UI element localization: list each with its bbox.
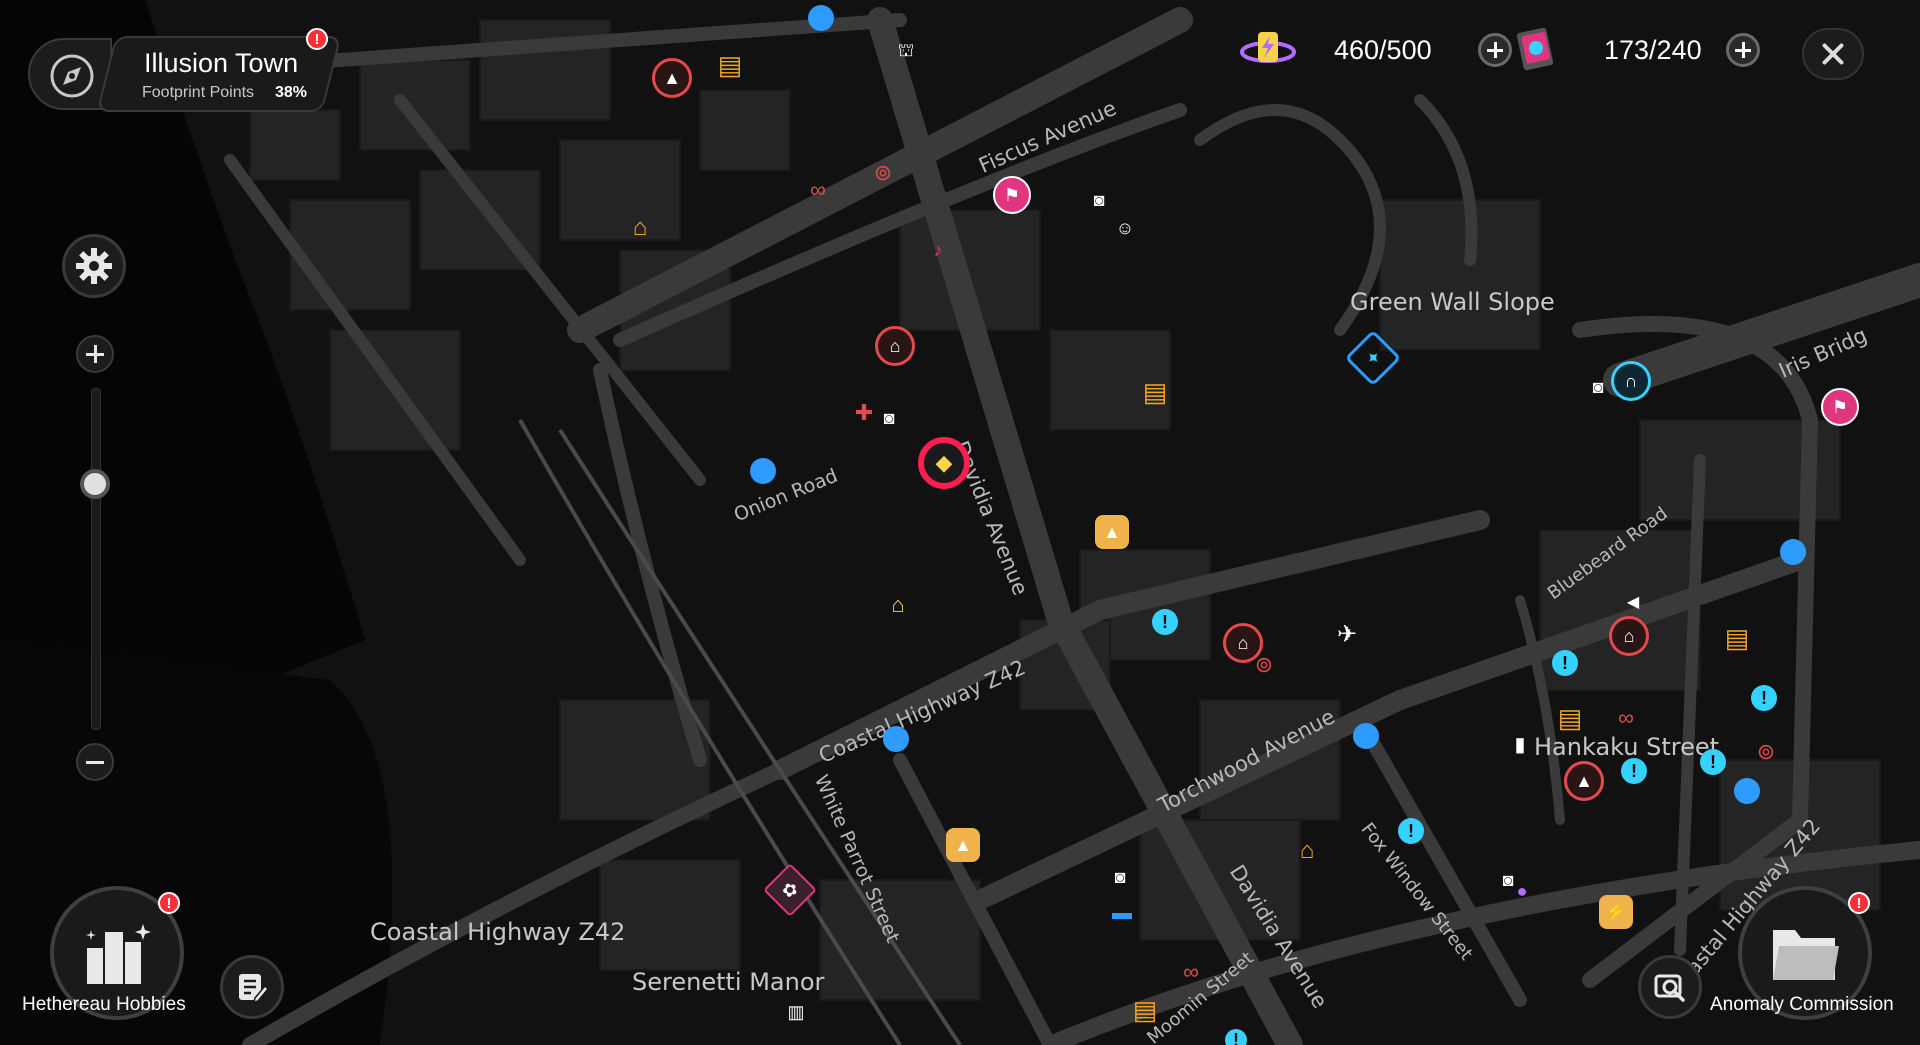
- hint-icon[interactable]: !: [1751, 685, 1777, 711]
- settings-button[interactable]: [62, 234, 126, 298]
- city-buildings-icon: [86, 924, 151, 984]
- teleport-icon[interactable]: ▲: [652, 58, 692, 98]
- film-value: 173/240: [1604, 35, 1702, 65]
- battery-charge-icon: [1240, 32, 1296, 63]
- camera-icon[interactable]: ◙: [1581, 370, 1615, 404]
- race-flag-icon[interactable]: ⚑: [993, 176, 1031, 214]
- hex-shop-icon[interactable]: ▲: [1095, 515, 1129, 549]
- bird-icon[interactable]: ♪: [921, 233, 955, 267]
- film-resource: 173/240: [1512, 27, 1772, 71]
- zoom-slider-track[interactable]: [91, 388, 101, 730]
- hint-icon[interactable]: !: [1152, 609, 1178, 635]
- map-screen: Fiscus Avenue Green Wall Slope Iris Brid…: [0, 0, 1920, 1045]
- player-location-marker-icon[interactable]: ◆: [918, 437, 970, 489]
- building-icon[interactable]: ⛫: [889, 33, 923, 67]
- temple-icon[interactable]: ⌂: [881, 588, 915, 622]
- quest-marker-icon[interactable]: [1353, 723, 1379, 749]
- megaphone-icon[interactable]: ◀: [1616, 586, 1650, 620]
- film-card-icon: [1516, 27, 1554, 71]
- gate-icon[interactable]: ∩: [1611, 361, 1651, 401]
- npc-icon[interactable]: ☺: [1108, 211, 1142, 245]
- region-alert-badge: !: [306, 28, 328, 50]
- location-pin-icon[interactable]: ⊚: [1247, 648, 1281, 682]
- area-label-green-wall-slope: Green Wall Slope: [1350, 288, 1555, 316]
- teleport-icon[interactable]: ▲: [1564, 761, 1604, 801]
- shop-icon[interactable]: ▤: [1720, 621, 1754, 655]
- energy-value: 460/500: [1334, 35, 1432, 65]
- notes-edit-icon: [239, 974, 269, 1004]
- commission-label: Anomaly Commission: [1710, 994, 1894, 1015]
- quest-marker-icon[interactable]: [1734, 778, 1760, 804]
- shrine-icon[interactable]: ⌂: [875, 326, 915, 366]
- chain-icon[interactable]: ∞: [801, 173, 835, 207]
- car-icon[interactable]: ▬: [1105, 896, 1139, 930]
- location-pin-icon[interactable]: ⊚: [866, 156, 900, 190]
- area-label-coastal-highway-west: Coastal Highway Z42: [370, 918, 626, 946]
- chain-icon[interactable]: ∞: [1609, 701, 1643, 735]
- hint-icon[interactable]: !: [1700, 749, 1726, 775]
- hobbies-label: Hethereau Hobbies: [22, 994, 186, 1015]
- photo-search-icon: [1654, 974, 1685, 1002]
- book-icon[interactable]: ▮: [1503, 728, 1537, 762]
- race-flag-icon[interactable]: ⚑: [1821, 388, 1859, 426]
- shop-icon[interactable]: ▤: [1553, 701, 1587, 735]
- home-icon[interactable]: ⌂: [623, 211, 657, 245]
- commission-alert-badge: !: [1848, 892, 1870, 914]
- hint-icon[interactable]: !: [1552, 650, 1578, 676]
- building-icon[interactable]: ▥: [779, 995, 813, 1029]
- quest-marker-icon[interactable]: [1780, 539, 1806, 565]
- shrine-icon[interactable]: ⌂: [1609, 616, 1649, 656]
- wing-icon[interactable]: ✈: [1330, 618, 1364, 652]
- hobbies-alert-badge: !: [158, 892, 180, 914]
- quest-marker-icon[interactable]: [808, 5, 834, 31]
- folder-icon: [1773, 930, 1839, 980]
- zoom-slider-thumb[interactable]: [80, 469, 110, 499]
- shop-icon[interactable]: ▤: [713, 48, 747, 82]
- quest-marker-icon[interactable]: [750, 458, 776, 484]
- area-label-serenetti-manor: Serenetti Manor: [632, 968, 825, 996]
- energy-add-button[interactable]: [1478, 33, 1512, 67]
- region-title: Illusion Town: [144, 48, 299, 78]
- hex-shop-icon[interactable]: ▲: [946, 828, 980, 862]
- photo-search-button[interactable]: [1638, 955, 1702, 1019]
- area-label-hankaku-street: Hankaku Street: [1534, 733, 1720, 761]
- camera-icon[interactable]: ◙: [1082, 183, 1116, 217]
- zoom-out-button[interactable]: [76, 743, 114, 781]
- ghost-npc-icon[interactable]: ●: [1505, 874, 1539, 908]
- energy-resource: 460/500: [1240, 32, 1512, 68]
- chain-icon[interactable]: ∞: [1174, 955, 1208, 989]
- notes-button[interactable]: [220, 955, 284, 1019]
- shop-icon[interactable]: ▤: [1128, 993, 1162, 1027]
- quest-marker-icon[interactable]: [883, 726, 909, 752]
- gear-icon: [76, 248, 112, 284]
- close-button[interactable]: [1802, 28, 1864, 80]
- hint-icon[interactable]: !: [1398, 818, 1424, 844]
- hint-icon[interactable]: !: [1225, 1029, 1247, 1045]
- footprint-percent: 38%: [275, 84, 308, 101]
- hint-icon[interactable]: !: [1621, 758, 1647, 784]
- location-pin-icon[interactable]: ⊚: [1749, 735, 1783, 769]
- zoom-in-button[interactable]: [76, 335, 114, 373]
- home-icon[interactable]: ⌂: [1290, 834, 1324, 868]
- hex-shop-icon[interactable]: ⚡: [1599, 895, 1633, 929]
- shop-icon[interactable]: ▤: [1138, 375, 1172, 409]
- camera-icon[interactable]: ◙: [872, 401, 906, 435]
- camera-icon[interactable]: ◙: [1103, 860, 1137, 894]
- film-add-button[interactable]: [1726, 33, 1760, 67]
- region-info-panel[interactable]: Illusion Town Footprint Points 38% !: [28, 28, 342, 116]
- footprint-label: Footprint Points: [142, 84, 255, 101]
